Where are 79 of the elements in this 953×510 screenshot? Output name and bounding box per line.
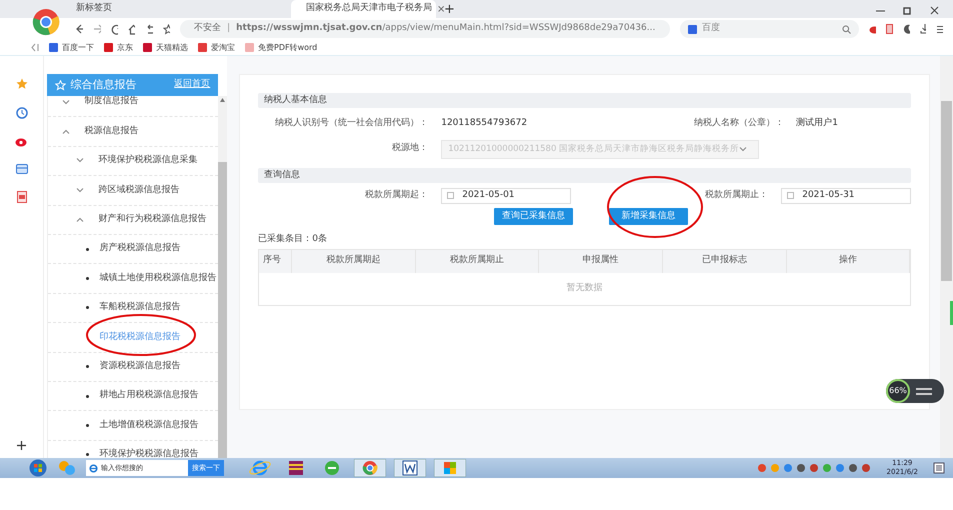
pdf-icon[interactable] bbox=[886, 24, 893, 34]
moon-icon[interactable] bbox=[902, 24, 910, 34]
start-button[interactable] bbox=[28, 459, 48, 477]
bookmark[interactable]: 免费PDF转word bbox=[245, 42, 318, 54]
new-tab-button[interactable]: + bbox=[444, 3, 455, 16]
bullet-icon bbox=[86, 248, 90, 251]
bullet-icon bbox=[86, 365, 90, 368]
section-header: 查询信息 bbox=[258, 168, 912, 183]
calendar-icon bbox=[787, 192, 794, 199]
card-icon[interactable] bbox=[16, 164, 28, 174]
empty-message: 暂无数据 bbox=[566, 282, 603, 295]
chevron-down-icon bbox=[739, 146, 748, 152]
bullet-icon bbox=[86, 424, 90, 427]
bookmark-icon bbox=[49, 43, 58, 52]
date-field[interactable]: 2021-05-01 bbox=[441, 188, 572, 204]
bullet-icon bbox=[86, 453, 90, 456]
section-header: 纳税人基本信息 bbox=[258, 93, 912, 108]
field-label: 纳税人识别号（统一社会信用代码）： bbox=[274, 116, 428, 130]
notification-icon[interactable] bbox=[933, 462, 945, 474]
word-icon[interactable] bbox=[394, 459, 426, 477]
bullet-icon bbox=[86, 306, 90, 310]
bookmark-icon bbox=[198, 43, 207, 52]
bookmark[interactable]: 爱淘宝 bbox=[198, 42, 235, 54]
field-label: 税款所属期起： bbox=[364, 188, 428, 202]
app-icon[interactable] bbox=[434, 459, 466, 477]
reload-icon[interactable] bbox=[110, 24, 118, 34]
bullet-icon bbox=[86, 277, 90, 280]
field-label: 税源地： bbox=[391, 142, 428, 156]
column-header: 已申报标志 bbox=[663, 250, 787, 272]
baidu-icon bbox=[688, 24, 698, 34]
field-value: 120118554793672 bbox=[441, 116, 528, 130]
bookmark-icon bbox=[143, 43, 152, 52]
browser-tab[interactable]: 新标签页 bbox=[66, 0, 211, 18]
bookmark[interactable]: 京东 bbox=[104, 42, 133, 54]
restore-icon[interactable] bbox=[903, 6, 912, 15]
menu-icon[interactable] bbox=[936, 24, 943, 34]
column-header: 申报属性 bbox=[539, 250, 663, 272]
chevron-up-icon bbox=[62, 129, 70, 134]
sidebar-title: 综合信息报告 bbox=[70, 76, 136, 93]
chrome-icon[interactable] bbox=[354, 459, 386, 477]
bullet-icon bbox=[86, 394, 90, 398]
column-header: 税款所属期起 bbox=[292, 250, 416, 272]
pdf-icon[interactable] bbox=[16, 191, 27, 203]
percent-reading: 66% bbox=[889, 385, 907, 397]
chevron-down-icon bbox=[62, 100, 70, 105]
address-bar[interactable]: 不安全 | https://wsswjmn.tjsat.gov.cn/apps/view/menuMain.html?sid=WSSWJd9868de29a70436... bbox=[180, 20, 670, 38]
bookmark[interactable]: 天猫精选 bbox=[143, 42, 188, 54]
field-label: 纳税人名称（公章）： bbox=[693, 116, 784, 130]
field-label: 税款所属期止： bbox=[704, 188, 768, 202]
column-header: 操作 bbox=[786, 250, 910, 272]
bookmark[interactable]: 百度一下 bbox=[49, 42, 94, 54]
add-icon[interactable] bbox=[17, 441, 26, 450]
separator: | bbox=[227, 22, 230, 36]
chevron-down-icon bbox=[76, 158, 84, 164]
bookmark-icon bbox=[104, 43, 113, 52]
back-icon[interactable] bbox=[76, 24, 84, 34]
ie-icon bbox=[89, 464, 98, 472]
date-field[interactable]: 2021-05-31 bbox=[781, 188, 912, 204]
close-tab-button[interactable]: × bbox=[437, 2, 446, 16]
chevron-down-icon bbox=[76, 188, 84, 193]
sidebar-toggle-icon[interactable] bbox=[31, 43, 39, 52]
page-scrollbar[interactable] bbox=[940, 56, 953, 458]
bookmark-icon bbox=[245, 43, 254, 52]
forward-icon[interactable] bbox=[93, 24, 101, 34]
history-icon[interactable] bbox=[16, 107, 28, 119]
download-icon[interactable] bbox=[920, 24, 926, 34]
scrollbar[interactable] bbox=[218, 96, 228, 458]
close-icon[interactable] bbox=[930, 6, 939, 15]
field-value: 测试用户1 bbox=[796, 116, 838, 130]
column-header: 序号 bbox=[259, 250, 292, 272]
record-count: 已采集条目：0条 bbox=[258, 233, 328, 246]
security-warning: 不安全 bbox=[194, 22, 222, 36]
weibo-icon[interactable] bbox=[15, 136, 28, 147]
calendar-icon bbox=[447, 192, 454, 199]
chevron-up-icon bbox=[76, 217, 84, 222]
column-header: 税款所属期止 bbox=[416, 250, 540, 272]
search-icon[interactable] bbox=[842, 24, 851, 34]
scroll-up-icon[interactable] bbox=[220, 98, 226, 102]
url-text: https://wsswjmn.tjsat.gov.cn/apps/view/menuMain.html?sid=WSSWJd9868de29a70436... bbox=[236, 22, 656, 36]
